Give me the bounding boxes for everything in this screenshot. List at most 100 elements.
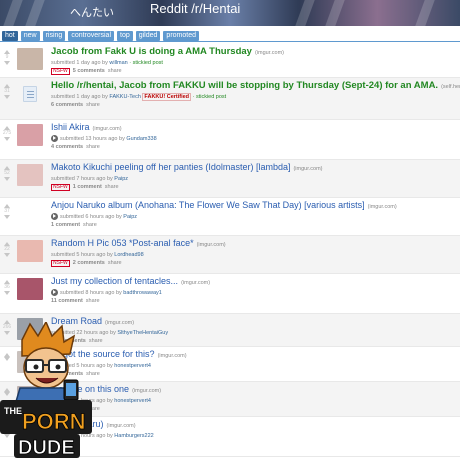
share-link[interactable]: share <box>86 144 100 150</box>
header-site-title[interactable]: Reddit /r/Hentai <box>150 1 240 16</box>
share-link[interactable]: share <box>108 68 122 74</box>
post-title[interactable]: Just my collection of tentacles... <box>51 276 178 286</box>
post-author[interactable]: badthrowaway1 <box>123 290 162 296</box>
post-buttons: NSFW 1 comment share <box>51 183 456 191</box>
post-buttons: 1 comment share <box>51 221 456 229</box>
post-domain[interactable]: (self.hentai) <box>441 84 460 90</box>
tab-hot[interactable]: hot <box>2 31 18 41</box>
post-domain[interactable]: (imgur.com) <box>181 280 210 286</box>
post-author[interactable]: Paipz <box>114 176 128 182</box>
share-link[interactable]: share <box>108 260 122 266</box>
post-tagline: submitted 5 hours ago by Lordhead98 <box>51 251 456 259</box>
expando-play-icon[interactable] <box>51 213 58 221</box>
share-link[interactable]: share <box>86 102 100 108</box>
post-row: 52 Makoto Kikuchi peeling off her panties… <box>0 160 460 198</box>
comments-link[interactable]: 5 comments <box>73 68 105 74</box>
post-domain[interactable]: (imgur.com) <box>255 50 284 56</box>
post-thumbnail[interactable] <box>17 202 43 224</box>
tab-rising[interactable]: rising <box>42 31 66 41</box>
post-author[interactable]: Paipz <box>123 214 137 220</box>
post-tagline: submitted 5 hours ago by honestpervert4 <box>51 362 456 370</box>
post-author[interactable]: honestpervert4 <box>114 363 151 369</box>
comments-link[interactable]: 1 comment <box>51 222 80 228</box>
submitted-text: submitted 13 hours ago by <box>60 136 125 142</box>
post-score: 31 <box>4 88 10 94</box>
post-author[interactable]: Gundam338 <box>126 136 156 142</box>
post-tagline: submitted 8 hours ago by Hamburgers222 <box>51 432 456 440</box>
tab-gilded[interactable]: gilded <box>135 31 161 41</box>
post-author[interactable]: honestpervert4 <box>114 398 151 404</box>
post-thumbnail[interactable] <box>17 124 43 146</box>
tab-promoted[interactable]: promoted <box>163 31 199 41</box>
post-author[interactable]: Lordhead98 <box>114 252 143 258</box>
post-domain[interactable]: (imgur.com) <box>107 423 136 429</box>
post-author[interactable]: Hamburgers222 <box>114 433 153 439</box>
comments-link[interactable]: 1 comment <box>73 184 102 190</box>
downvote-arrow-icon[interactable] <box>4 253 10 257</box>
post-row: 37 Anjou Naruko album (Anohana: The Flowe… <box>0 198 460 236</box>
post-score: 275 <box>2 130 12 136</box>
post-score: 52 <box>4 170 10 176</box>
downvote-arrow-icon[interactable] <box>4 215 10 219</box>
submitted-text: submitted 1 day ago by <box>51 94 108 100</box>
post-domain[interactable]: (imgur.com) <box>368 204 397 210</box>
post-author[interactable]: willman <box>109 60 127 66</box>
post-domain[interactable]: (imgur.com) <box>93 126 122 132</box>
post-tagline: submitted 22 hours ago by SlthyeTheHenta… <box>51 329 456 337</box>
logo-dude-word: DUDE <box>18 437 75 459</box>
post-domain[interactable]: (imgur.com) <box>293 166 322 172</box>
post-title[interactable]: Random H Pic 053 *Post-anal face* <box>51 238 194 248</box>
vote-box: 52 <box>2 166 12 181</box>
nsfw-badge: NSFW <box>51 68 70 75</box>
post-thumbnail[interactable] <box>17 164 43 186</box>
post-title[interactable]: Jacob from Fakk U is doing a AMA Thursda… <box>51 46 252 57</box>
vote-box: 36 <box>2 280 12 295</box>
tab-new[interactable]: new <box>20 31 40 41</box>
post-thumbnail[interactable] <box>17 48 43 70</box>
post-author[interactable]: FAKKU-Tech <box>109 94 140 100</box>
post-tagline: submitted 1 day ago by willman · stickie… <box>51 59 456 67</box>
share-link[interactable]: share <box>83 222 97 228</box>
downvote-arrow-icon[interactable] <box>4 177 10 181</box>
nsfw-badge: NSFW <box>51 260 70 267</box>
post-title[interactable]: Anjou Naruko album (Anohana: The Flower … <box>51 200 365 210</box>
post-title[interactable]: Ishii Akira <box>51 122 90 132</box>
downvote-arrow-icon[interactable] <box>4 95 10 99</box>
downvote-arrow-icon[interactable] <box>4 291 10 295</box>
post-title[interactable]: Makoto Kikuchi peeling off her panties (… <box>51 162 290 172</box>
post-domain[interactable]: (imgur.com) <box>132 388 161 394</box>
share-link[interactable]: share <box>105 184 119 190</box>
tab-controversial[interactable]: controversial <box>68 31 114 41</box>
comments-link[interactable]: 2 comments <box>73 260 105 266</box>
post-domain[interactable]: (imgur.com) <box>197 242 226 248</box>
vote-box: 37 <box>2 204 12 219</box>
post-domain[interactable]: (imgur.com) <box>105 320 134 326</box>
post-score: 36 <box>4 284 10 290</box>
post-content: Hello /r/hentai, Jacob from FAKKU will b… <box>51 80 460 109</box>
self-post-icon[interactable] <box>23 86 37 102</box>
comments-link[interactable]: 4 comments <box>51 144 83 150</box>
post-thumbnail[interactable] <box>17 278 43 300</box>
post-row: 36 Just my collection of tentacles... (img… <box>0 274 460 314</box>
post-content: Random H Pic 053 *Post-anal face* (imgur.… <box>51 238 456 267</box>
downvote-arrow-icon[interactable] <box>4 137 10 141</box>
comments-link[interactable]: 11 comment <box>51 298 83 304</box>
comments-link[interactable]: 6 comments <box>51 102 83 108</box>
share-link[interactable]: share <box>86 298 100 304</box>
post-content: oto :) (ToAru)(imgur.com)submitted 8 hou… <box>51 419 456 440</box>
nsfw-badge: NSFW <box>51 184 70 191</box>
porn-dude-logo: THE PORN DUDE <box>0 322 92 459</box>
post-thumbnail[interactable] <box>17 240 43 262</box>
downvote-arrow-icon[interactable] <box>4 61 10 65</box>
post-author[interactable]: SlthyeTheHentaiGuy <box>117 330 168 336</box>
tab-top[interactable]: top <box>117 31 133 41</box>
post-domain[interactable]: (imgur.com) <box>158 353 187 359</box>
post-buttons: 11 comment share <box>51 297 456 305</box>
expando-play-icon[interactable] <box>51 135 58 143</box>
post-content: Dream Road (imgur.com) submitted 22 hours … <box>51 316 456 345</box>
post-content: Makoto Kikuchi peeling off her panties (… <box>51 162 456 191</box>
expando-play-icon[interactable] <box>51 289 58 297</box>
author-flair: FAKKU! Certified <box>142 93 192 101</box>
post-content: Anjou Naruko album (Anohana: The Flower … <box>51 200 456 229</box>
post-title[interactable]: Hello /r/hentai, Jacob from FAKKU will b… <box>51 80 438 91</box>
